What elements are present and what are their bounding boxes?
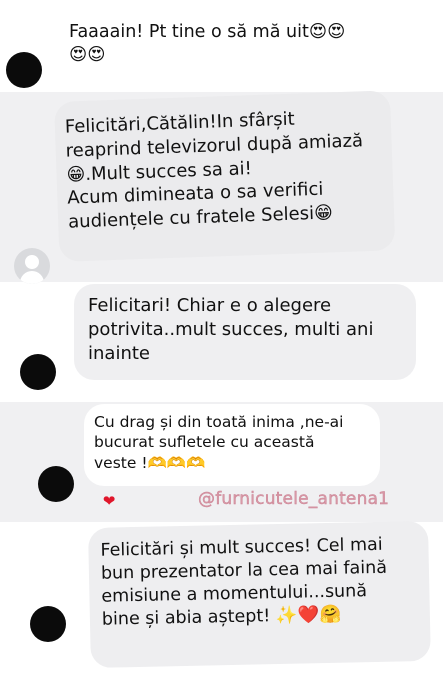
message-text-3: Felicitari! Chiar e o alegere potrivita.… bbox=[88, 295, 374, 364]
avatar[interactable] bbox=[20, 354, 56, 390]
avatar[interactable] bbox=[38, 466, 74, 502]
message-bubble-1: Faaaain! Pt tine o să mă uit😍😍 😍😍 bbox=[53, 12, 396, 84]
message-text-1: Faaaain! Pt tine o să mă uit😍😍 😍😍 bbox=[69, 22, 346, 66]
avatar[interactable] bbox=[30, 606, 66, 642]
person-silhouette-icon bbox=[25, 255, 39, 269]
avatar[interactable] bbox=[6, 52, 42, 88]
avatar-default[interactable] bbox=[14, 248, 50, 284]
message-text-5: Felicitări și mult succes! Cel mai bun p… bbox=[100, 534, 388, 631]
message-bubble-3: Felicitari! Chiar e o alegere potrivita.… bbox=[74, 284, 416, 380]
watermark-handle: @furnicutele_antena1 bbox=[198, 489, 390, 509]
message-bubble-5: Felicitări și mult succes! Cel mai bun p… bbox=[88, 520, 431, 668]
message-text-2: Felicitări,Cătălin!In sfârșit reaprind t… bbox=[64, 108, 364, 233]
message-bubble-4: Cu drag și din toată inima ,ne-ai bucura… bbox=[84, 404, 380, 486]
message-text-4: Cu drag și din toată inima ,ne-ai bucura… bbox=[94, 413, 344, 472]
heart-reaction-icon[interactable]: ❤ bbox=[98, 492, 120, 510]
message-bubble-2: Felicitări,Cătălin!In sfârșit reaprind t… bbox=[54, 90, 396, 262]
